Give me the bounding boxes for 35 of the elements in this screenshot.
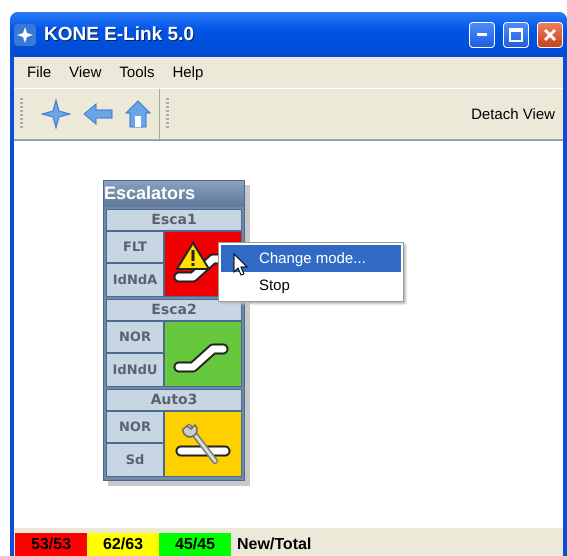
maximize-icon xyxy=(509,28,523,42)
menu-option[interactable]: Change mode... xyxy=(221,245,401,272)
window-title: KONE E-Link 5.0 xyxy=(44,24,195,46)
home-icon[interactable] xyxy=(125,100,151,128)
close-icon xyxy=(543,28,557,42)
compass-star-icon[interactable] xyxy=(41,99,71,129)
menu-item[interactable]: Help xyxy=(163,64,212,81)
status-code: NOR xyxy=(107,322,165,354)
unit-status-tile[interactable] xyxy=(165,412,241,476)
menu-item[interactable]: File xyxy=(18,64,60,81)
menu-option[interactable]: Stop xyxy=(221,272,401,299)
detach-view-button[interactable]: Detach View xyxy=(471,106,555,122)
status-code: IdNdU xyxy=(107,354,165,386)
count-badge: 45/45 xyxy=(159,533,231,556)
unit-status-tile[interactable] xyxy=(165,322,241,386)
maximize-button[interactable] xyxy=(503,22,529,48)
status-code: FLT xyxy=(107,232,165,264)
mouse-cursor-icon xyxy=(233,253,249,277)
status-code: Sd xyxy=(107,444,165,476)
menu-item[interactable]: Tools xyxy=(110,64,164,81)
legend-label: New/Total xyxy=(237,535,312,555)
app-icon xyxy=(14,24,36,46)
minimize-button[interactable] xyxy=(469,22,495,48)
unit-name: Esca2 xyxy=(107,300,241,322)
close-button[interactable] xyxy=(537,22,563,48)
unit-name: Auto3 xyxy=(107,390,241,412)
group-title: Escalators xyxy=(104,181,244,207)
status-code: IdNdA xyxy=(107,264,165,296)
back-arrow-icon[interactable] xyxy=(83,102,113,126)
status-code: NOR xyxy=(107,412,165,444)
minimize-icon xyxy=(477,32,487,36)
count-badge: 53/53 xyxy=(15,533,87,556)
unit-name: Esca1 xyxy=(107,210,241,232)
menu-item[interactable]: View xyxy=(60,64,110,81)
count-badge: 62/63 xyxy=(87,533,159,556)
